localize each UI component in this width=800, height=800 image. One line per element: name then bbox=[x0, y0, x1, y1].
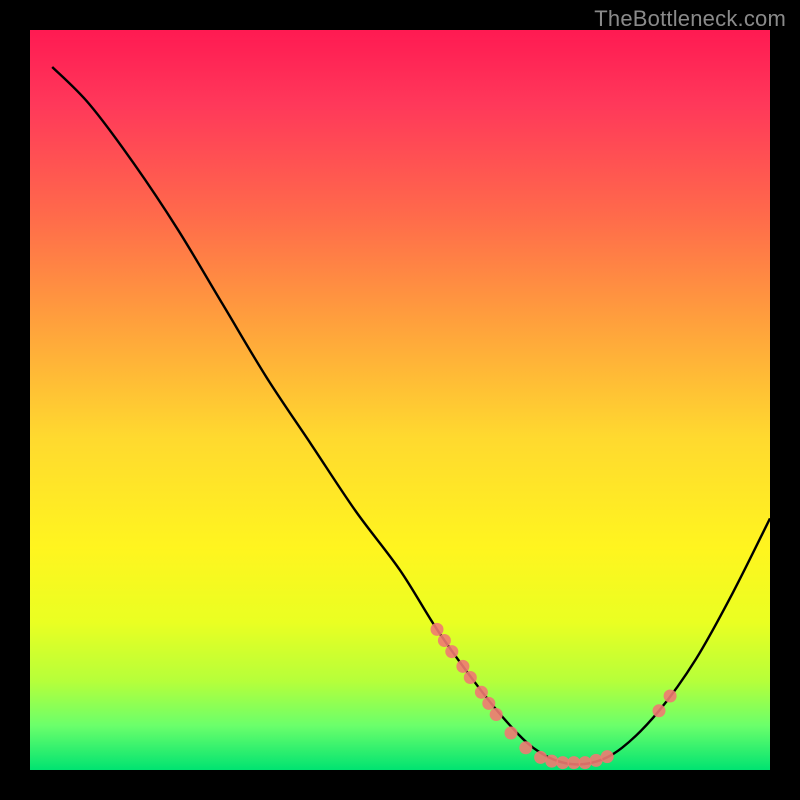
marker-dot bbox=[556, 756, 569, 769]
marker-dot bbox=[664, 690, 677, 703]
marker-dot bbox=[519, 741, 532, 754]
bottleneck-curve bbox=[52, 67, 770, 764]
marker-dot bbox=[653, 704, 666, 717]
marker-dot bbox=[545, 755, 558, 768]
marker-dot bbox=[534, 751, 547, 764]
chart-frame bbox=[30, 30, 770, 770]
marker-dot bbox=[438, 634, 451, 647]
marker-dot bbox=[482, 697, 495, 710]
marker-dot bbox=[579, 756, 592, 769]
marker-dot bbox=[505, 727, 518, 740]
marker-dot bbox=[490, 708, 503, 721]
marker-dot bbox=[445, 645, 458, 658]
marker-dot bbox=[567, 756, 580, 769]
marker-dot bbox=[475, 686, 488, 699]
watermark-text: TheBottleneck.com bbox=[594, 6, 786, 32]
marker-dot bbox=[464, 671, 477, 684]
chart-svg bbox=[30, 30, 770, 770]
marker-dot bbox=[456, 660, 469, 673]
highlight-markers bbox=[431, 623, 677, 769]
marker-dot bbox=[431, 623, 444, 636]
marker-dot bbox=[590, 754, 603, 767]
marker-dot bbox=[601, 750, 614, 763]
